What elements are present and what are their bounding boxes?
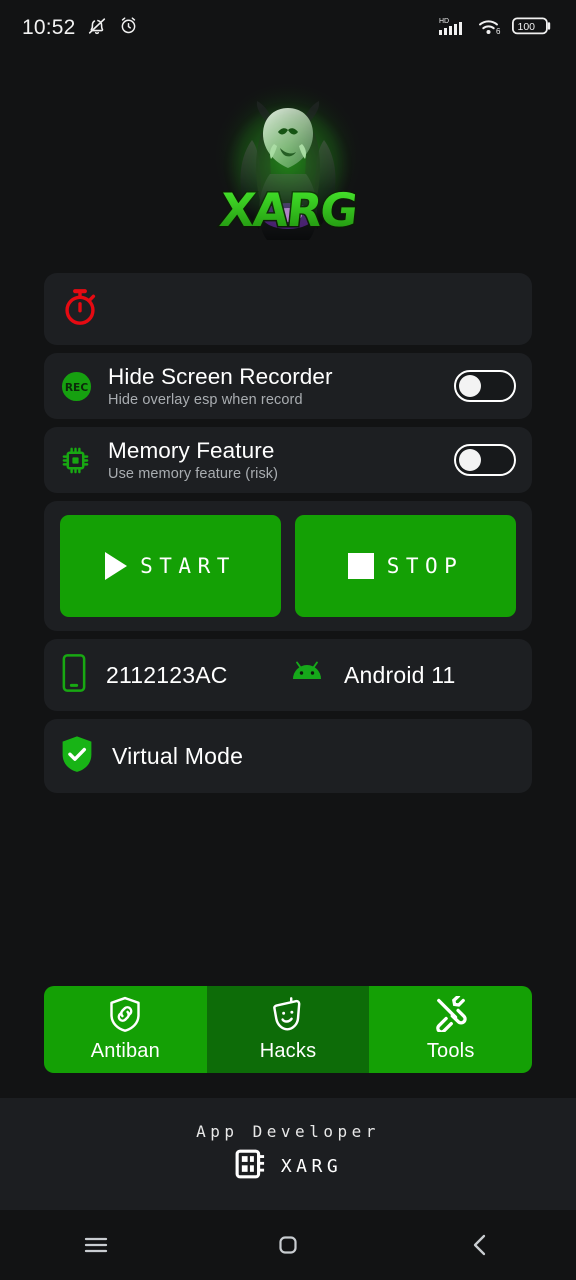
logo-glow <box>209 86 367 245</box>
tab-antiban[interactable]: Antiban <box>44 986 207 1073</box>
toggle-row-texts: Hide Screen Recorder Hide overlay esp wh… <box>106 364 454 408</box>
mute-bell-icon <box>86 15 108 42</box>
virtual-mode-card[interactable]: Virtual Mode <box>44 719 532 793</box>
switch-knob <box>458 374 481 397</box>
stopwatch-icon <box>60 286 100 333</box>
footer-brand: XARG <box>234 1147 342 1186</box>
svg-text:REC: REC <box>65 380 88 393</box>
android-navigation-bar <box>0 1210 576 1280</box>
app-logo-container: XARG <box>0 58 576 273</box>
status-bar-clock: 10:52 <box>22 16 76 39</box>
play-icon <box>105 552 128 580</box>
rec-icon: REC <box>60 370 106 403</box>
svg-text:6: 6 <box>496 27 501 36</box>
home-square-icon[interactable] <box>192 1210 384 1280</box>
tab-tools-label: Tools <box>426 1040 475 1062</box>
recents-menu-icon[interactable] <box>0 1210 192 1280</box>
toggle-row-hide-screen-recorder[interactable]: REC Hide Screen Recorder Hide overlay es… <box>44 353 532 419</box>
tab-hacks[interactable]: Hacks <box>206 986 370 1073</box>
alarm-clock-icon <box>118 15 139 41</box>
hide-screen-recorder-switch[interactable] <box>454 370 516 402</box>
toggle-title: Hide Screen Recorder <box>108 364 333 390</box>
status-bar-left: 10:52 <box>22 15 139 42</box>
svg-text:100: 100 <box>518 21 536 33</box>
device-os-version: Android 11 <box>344 661 456 688</box>
device-model: 2112123AC <box>106 661 228 688</box>
action-buttons-card: START STOP <box>44 501 532 631</box>
toggle-row-texts: Memory Feature Use memory feature (risk) <box>106 438 454 482</box>
tools-wrench-icon <box>433 994 469 1037</box>
start-button-label: START <box>140 554 236 578</box>
footer-title: App Developer <box>196 1122 380 1141</box>
wifi-icon: 6 <box>477 15 503 42</box>
developer-chip-icon <box>234 1147 268 1186</box>
start-button[interactable]: START <box>60 515 281 617</box>
cellular-signal-icon: HD <box>438 15 468 42</box>
tab-antiban-label: Antiban <box>90 1040 160 1062</box>
bottom-tab-bar: Antiban Hacks Tools <box>44 986 532 1073</box>
memory-chip-icon <box>60 445 106 476</box>
back-chevron-icon[interactable] <box>384 1210 576 1280</box>
timer-card[interactable] <box>44 273 532 345</box>
battery-icon: 100 <box>511 16 554 41</box>
shield-link-icon <box>108 996 142 1037</box>
memory-feature-switch[interactable] <box>454 444 516 476</box>
device-os-group: Android 11 <box>288 660 456 691</box>
main-content: REC Hide Screen Recorder Hide overlay es… <box>0 273 576 793</box>
smartphone-icon <box>60 653 88 698</box>
xarg-logo: XARG <box>203 81 373 251</box>
stop-square-icon <box>347 553 374 579</box>
footer: App Developer XARG <box>0 1098 576 1210</box>
status-bar: 10:52 HD 6 100 <box>0 0 576 56</box>
android-robot-icon <box>288 660 326 691</box>
tab-hacks-label: Hacks <box>259 1040 317 1062</box>
stop-button-label: STOP <box>386 554 464 578</box>
toggle-row-memory-feature[interactable]: Memory Feature Use memory feature (risk) <box>44 427 532 493</box>
virtual-mode-label: Virtual Mode <box>112 742 244 769</box>
status-bar-right: HD 6 100 <box>438 15 554 42</box>
switch-knob <box>458 448 481 471</box>
tab-tools[interactable]: Tools <box>369 986 532 1073</box>
shield-check-icon <box>60 734 94 779</box>
device-info-card: 2112123AC Android 11 <box>44 639 532 711</box>
toggle-subtitle: Use memory feature (risk) <box>108 465 279 482</box>
svg-text:HD: HD <box>439 18 449 25</box>
toggle-subtitle: Hide overlay esp when record <box>108 391 303 408</box>
toggle-title: Memory Feature <box>108 438 275 464</box>
stop-button[interactable]: STOP <box>295 515 516 617</box>
theater-mask-icon <box>271 996 305 1037</box>
device-model-group: 2112123AC <box>60 653 288 698</box>
footer-developer-name: XARG <box>280 1156 343 1177</box>
